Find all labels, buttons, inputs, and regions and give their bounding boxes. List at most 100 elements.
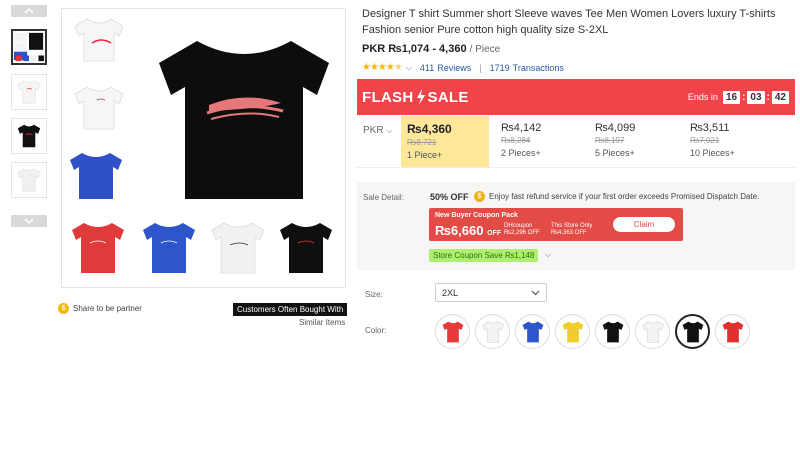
tshirt-icon xyxy=(602,321,623,342)
white-tshirt-icon xyxy=(17,168,41,192)
chevron-up-icon xyxy=(24,8,34,14)
thumbnail-down-arrow[interactable] xyxy=(11,215,47,227)
dollar-coin-icon: $ xyxy=(474,191,485,202)
tier-original-price: ₨8,197 xyxy=(595,136,625,145)
transactions-count[interactable]: 1719 xyxy=(490,63,510,73)
divider: | xyxy=(479,62,482,73)
tshirt-icon xyxy=(481,320,504,343)
color-swatch[interactable] xyxy=(475,314,510,349)
tshirt-icon xyxy=(722,321,743,342)
countdown-hours: 16 xyxy=(722,90,741,104)
rating-row: ★★★★★ ⌵ 411 Reviews | 1719 Transactions xyxy=(362,62,564,73)
color-swatch[interactable] xyxy=(555,314,590,349)
color-swatch[interactable] xyxy=(595,314,630,349)
countdown: Ends in 16 : 03 : 42 xyxy=(687,90,789,104)
sale-detail-label: Sale Detail: xyxy=(363,193,404,202)
currency-value: PKR xyxy=(363,125,384,136)
coupon-amount-value: ₨6,660 xyxy=(435,223,484,238)
size-label: Size: xyxy=(365,290,383,299)
dhcoupon-label: DHcoupon xyxy=(504,223,533,229)
similar-items-link[interactable]: Similar Items xyxy=(299,318,345,327)
tier-quantity: 5 Pieces+ xyxy=(595,148,635,158)
tier-quantity: 10 Pieces+ xyxy=(690,148,735,158)
tier-price: ₨4,360 xyxy=(407,122,452,136)
thumbnail-2[interactable] xyxy=(11,74,47,110)
tier-original-price: ₨8,284 xyxy=(501,136,531,145)
price-unit: / Piece xyxy=(469,44,501,55)
tier-original-price: ₨7,021 xyxy=(690,136,720,145)
dollar-coin-icon: $ xyxy=(58,303,69,314)
chevron-down-icon[interactable]: ⌵ xyxy=(406,63,412,73)
price-range: PKR ₨1,074 - 4,360 / Piece xyxy=(362,43,500,55)
color-swatch[interactable] xyxy=(675,314,710,349)
price-tier[interactable]: ₨4,142 ₨8,284 2 Pieces+ xyxy=(495,116,585,167)
size-dropdown[interactable]: 2XL xyxy=(435,283,547,302)
color-swatch[interactable] xyxy=(715,314,750,349)
color-swatch[interactable] xyxy=(635,314,670,349)
price-tier[interactable]: ₨3,511 ₨7,021 10 Pieces+ xyxy=(684,116,784,167)
customers-often-bought-button[interactable]: Customers Often Bought With xyxy=(233,303,348,316)
coupon-off-label: OFF xyxy=(487,230,502,237)
tier-original-price: ₨8,721 xyxy=(407,138,437,147)
coupon-header: New Buyer Coupon Pack xyxy=(435,212,518,219)
flash-sale-title: FLASH SALE xyxy=(362,89,469,106)
discount-percent: 50% OFF xyxy=(430,192,469,202)
price-range-value: PKR ₨1,074 - 4,360 xyxy=(362,43,467,55)
main-product-image[interactable] xyxy=(61,8,346,288)
countdown-minutes: 03 xyxy=(747,90,765,104)
chevron-down-icon[interactable]: ⌵ xyxy=(545,250,551,260)
color-swatch[interactable] xyxy=(435,314,470,349)
store-coupon-badge[interactable]: Store Coupon Save ₨1,148 xyxy=(429,249,539,262)
refund-notice: $ Enjoy fast refund service if your firs… xyxy=(474,191,759,202)
store-only-label: This Store Only xyxy=(551,223,593,229)
refund-text: Enjoy fast refund service if your first … xyxy=(489,192,760,201)
flash-label: FLASH xyxy=(362,88,414,106)
tshirt-icon xyxy=(641,320,664,343)
white-tshirt-icon xyxy=(17,80,41,104)
tshirt-icon xyxy=(442,321,463,342)
reviews-link[interactable]: Reviews xyxy=(437,63,471,73)
share-to-be-partner[interactable]: $ Share to be partner xyxy=(58,303,142,314)
dhcoupon-detail: DHcoupon ₨2,296 OFF xyxy=(504,223,540,237)
thumbnail-1[interactable] xyxy=(11,29,47,65)
black-tshirt-icon xyxy=(17,124,41,148)
thumbnail-up-arrow[interactable] xyxy=(11,5,47,17)
chevron-down-icon: ⌵ xyxy=(386,126,393,135)
tier-quantity: 2 Pieces+ xyxy=(501,148,541,158)
thumbnail-4[interactable] xyxy=(11,162,47,198)
sale-detail-box: Sale Detail: 50% OFF $ Enjoy fast refund… xyxy=(357,182,795,270)
share-label: Share to be partner xyxy=(73,304,142,313)
color-label: Color: xyxy=(365,326,387,335)
star-rating: ★★★★★ xyxy=(362,62,403,73)
tier-quantity: 1 Piece+ xyxy=(407,150,443,160)
countdown-seconds: 42 xyxy=(771,90,789,104)
chevron-down-icon xyxy=(24,218,34,224)
price-tiers: PKR ⌵ ₨4,360 ₨8,721 1 Piece+ ₨4,142 ₨8,2… xyxy=(357,116,795,168)
chevron-down-icon xyxy=(531,290,540,295)
tshirt-icon xyxy=(682,321,703,342)
store-only-value: ₨4,363 OFF xyxy=(551,230,587,236)
lightning-icon xyxy=(416,89,425,105)
coupon-amount: ₨6,660 OFF xyxy=(435,223,501,238)
tier-price: ₨3,511 xyxy=(690,122,730,134)
tier-price: ₨4,142 xyxy=(501,122,542,134)
tshirt-icon xyxy=(522,321,543,342)
flash-sale-banner: FLASH SALE Ends in 16 : 03 : 42 xyxy=(357,79,795,115)
ends-in-label: Ends in xyxy=(687,92,718,102)
color-swatch[interactable] xyxy=(515,314,550,349)
tshirt-icon xyxy=(562,321,583,342)
claim-button[interactable]: Claim xyxy=(613,217,675,232)
price-tier[interactable]: ₨4,360 ₨8,721 1 Piece+ xyxy=(401,116,489,167)
store-only-detail: This Store Only ₨4,363 OFF xyxy=(551,223,592,237)
size-value: 2XL xyxy=(442,287,459,298)
price-tier[interactable]: ₨4,099 ₨8,197 5 Pieces+ xyxy=(589,116,679,167)
sale-label: SALE xyxy=(427,88,469,106)
dhcoupon-value: ₨2,296 OFF xyxy=(504,230,540,236)
reviews-count[interactable]: 411 xyxy=(420,63,434,73)
transactions-link[interactable]: Transactions xyxy=(513,63,564,73)
currency-selector[interactable]: PKR ⌵ xyxy=(363,125,392,136)
tshirt-collage-icon xyxy=(13,32,45,62)
thumbnail-3[interactable] xyxy=(11,118,47,154)
product-collage-image xyxy=(70,18,332,274)
tier-price: ₨4,099 xyxy=(595,122,636,134)
